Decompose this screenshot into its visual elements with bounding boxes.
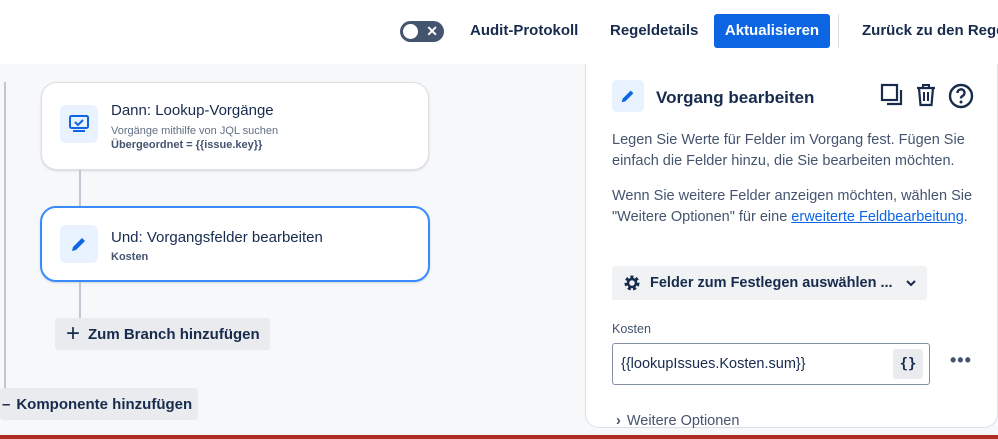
chevron-down-icon bbox=[905, 277, 917, 289]
add-to-branch-label: Zum Branch hinzufügen bbox=[88, 325, 260, 343]
duplicate-icon[interactable] bbox=[880, 83, 904, 112]
card-title: Und: Vorgangsfelder bearbeiten bbox=[111, 229, 323, 246]
back-button[interactable]: Zurück zu den Rege bbox=[862, 22, 998, 39]
help-icon[interactable] bbox=[948, 83, 974, 114]
card-title: Dann: Lookup-Vorgänge bbox=[111, 102, 274, 119]
field-label: Kosten bbox=[612, 322, 651, 336]
flow-connector bbox=[79, 282, 81, 318]
advanced-editing-link[interactable]: erweiterte Feldbearbeitung bbox=[791, 209, 964, 225]
panel-more-text: Wenn Sie weitere Felder anzeigen möchten… bbox=[612, 188, 973, 225]
pencil-icon bbox=[612, 80, 644, 112]
fields-select-label: Felder zum Festlegen auswählen ... bbox=[650, 275, 893, 291]
rule-toggle[interactable]: ✕ bbox=[400, 21, 444, 42]
flow-line bbox=[4, 82, 6, 392]
audit-log-button[interactable]: Audit-Protokoll bbox=[470, 22, 578, 39]
lookup-issues-card[interactable]: Dann: Lookup-Vorgänge Vorgänge mithilfe … bbox=[41, 82, 429, 170]
add-to-branch-button[interactable]: + Zum Branch hinzufügen bbox=[55, 318, 270, 350]
more-options-toggle[interactable]: › Weitere Optionen bbox=[616, 413, 739, 429]
update-button[interactable]: Aktualisieren bbox=[714, 14, 830, 48]
kosten-field[interactable]: {{lookupIssues.Kosten.sum}} {} bbox=[612, 343, 930, 385]
toggle-knob bbox=[403, 24, 418, 39]
fields-select-button[interactable]: Felder zum Festlegen auswählen ... bbox=[612, 266, 927, 300]
gear-icon bbox=[622, 273, 642, 293]
trash-icon[interactable] bbox=[915, 83, 937, 112]
edit-fields-card[interactable]: Und: Vorgangsfelder bearbeiten Kosten bbox=[40, 206, 430, 282]
edit-issue-panel: Vorgang bearbeiten Legen Sie Werte für F… bbox=[585, 64, 998, 429]
card-subtitle: Vorgänge mithilfe von JQL suchen bbox=[111, 125, 279, 137]
panel-title: Vorgang bearbeiten bbox=[656, 88, 815, 107]
flow-connector bbox=[79, 170, 81, 206]
minus-icon: – bbox=[2, 395, 11, 413]
add-component-label: Komponente hinzufügen bbox=[16, 395, 193, 413]
add-component-button[interactable]: – Komponente hinzufügen bbox=[0, 388, 198, 420]
plus-icon: + bbox=[66, 320, 81, 347]
rule-details-button[interactable]: Regeldetails bbox=[610, 22, 698, 39]
card-detail: Kosten bbox=[111, 251, 149, 263]
toolbar-divider bbox=[838, 14, 839, 48]
panel-description: Legen Sie Werte für Felder im Vorgang fe… bbox=[612, 132, 965, 169]
more-actions-icon[interactable]: ••• bbox=[950, 350, 972, 371]
smart-value-button[interactable]: {} bbox=[893, 349, 923, 379]
monitor-check-icon bbox=[60, 105, 98, 143]
bottom-edge-bar bbox=[0, 435, 998, 439]
close-icon: ✕ bbox=[426, 23, 438, 39]
pencil-icon bbox=[60, 225, 98, 263]
chevron-right-icon: › bbox=[616, 413, 621, 429]
kosten-field-value: {{lookupIssues.Kosten.sum}} bbox=[621, 356, 806, 372]
card-detail: Übergeordnet = {{issue.key}} bbox=[111, 139, 263, 151]
top-toolbar: ✕ Audit-Protokoll Regeldetails Aktualisi… bbox=[0, 0, 998, 64]
